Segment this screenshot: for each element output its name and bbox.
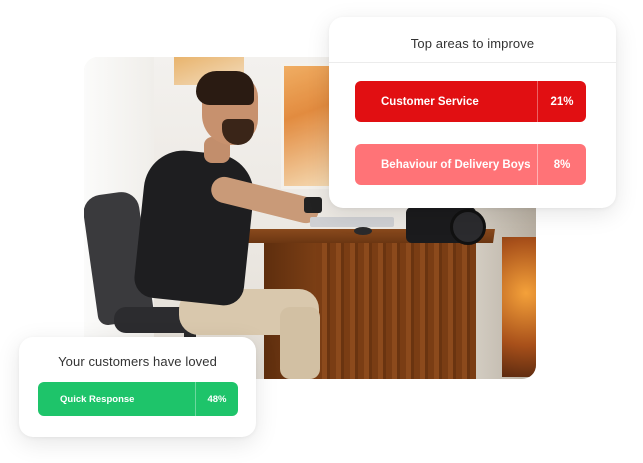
- photo-mouse: [354, 227, 372, 235]
- photo-person-beard: [222, 119, 254, 145]
- photo-lamp-glow: [502, 237, 536, 377]
- improve-item-label: Behaviour of Delivery Boys: [381, 158, 531, 171]
- improve-item-percent: 21%: [550, 95, 574, 108]
- improve-card: Top areas to improve Customer Service 21…: [329, 17, 616, 208]
- photo-person-shin: [280, 307, 320, 379]
- photo-person-hair: [196, 71, 254, 105]
- loved-item-percent: 48%: [207, 393, 227, 405]
- photo-wall-art: [281, 63, 332, 189]
- photo-cup: [304, 197, 322, 213]
- loved-card-title: Your customers have loved: [58, 354, 217, 369]
- improve-item-percent: 8%: [553, 158, 571, 171]
- improve-card-divider: [329, 62, 616, 63]
- photo-person-torso: [132, 146, 258, 308]
- photo-laptop: [310, 217, 394, 227]
- photo-camera-lens: [450, 209, 486, 245]
- loved-card: Your customers have loved Quick Response…: [19, 337, 256, 437]
- photo-desk-front: [316, 241, 476, 379]
- improve-item-delivery-boys: Behaviour of Delivery Boys 8%: [355, 144, 586, 185]
- loved-item-label: Quick Response: [60, 393, 135, 405]
- improve-item-label: Customer Service: [381, 95, 479, 108]
- loved-item-quick-response: Quick Response 48%: [38, 382, 238, 416]
- improve-item-customer-service: Customer Service 21%: [355, 81, 586, 122]
- improve-card-title: Top areas to improve: [410, 36, 535, 51]
